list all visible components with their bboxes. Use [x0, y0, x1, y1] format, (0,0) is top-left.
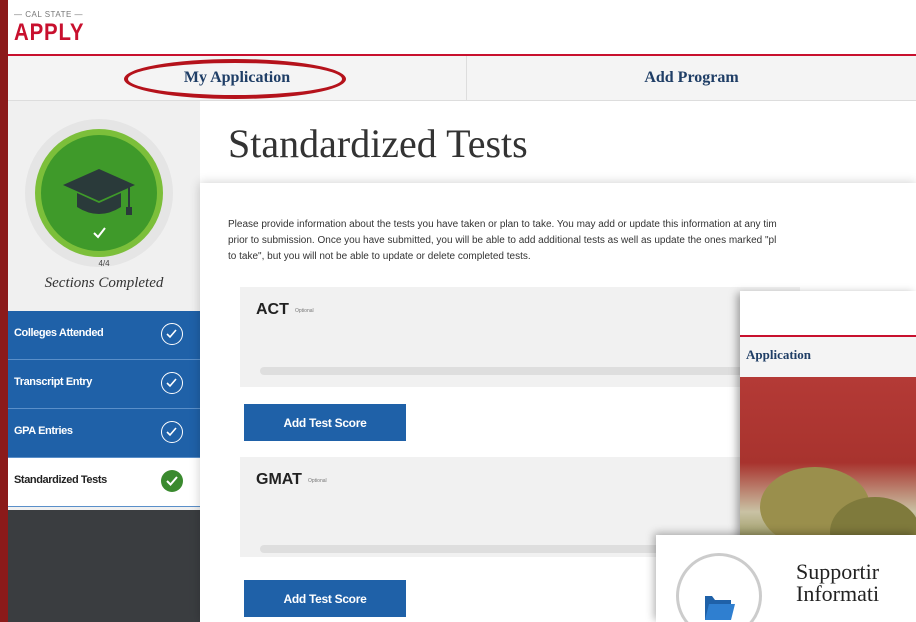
check-circle-icon — [161, 372, 183, 394]
sidebar-item-label: Standardized Tests — [14, 474, 107, 486]
check-circle-icon — [161, 323, 183, 345]
sidebar-item-label: Transcript Entry — [14, 376, 92, 388]
logo-tagline: — CAL STATE — — [14, 10, 84, 19]
progress-ring — [25, 119, 173, 267]
tab-add-program[interactable]: Add Program — [467, 56, 916, 100]
supporting-info-icon-ring — [676, 553, 762, 622]
supporting-information-card[interactable]: Supportir Informati — [656, 535, 916, 622]
cal-state-apply-logo[interactable]: APPLY — [14, 19, 84, 47]
page-description: Please provide information about the tes… — [228, 217, 916, 265]
app-header: — CAL STATE — APPLY — [8, 0, 916, 56]
annotation-circle — [124, 59, 346, 99]
test-name: GMAT — [256, 471, 302, 488]
supporting-information-title: Supportir Informati — [796, 561, 879, 605]
check-icon — [93, 227, 106, 239]
sidebar-item-transcript-entry[interactable]: Transcript Entry — [8, 360, 200, 409]
sidebar-item-colleges-attended[interactable]: Colleges Attended — [8, 311, 200, 360]
sidebar-item-standardized-tests[interactable]: Standardized Tests — [8, 458, 200, 507]
optional-label: Optional — [295, 308, 314, 314]
sections-count: 4/4 — [98, 259, 110, 268]
test-divider — [260, 367, 800, 375]
sidebar: 4/4 Sections Completed Colleges Attended… — [8, 101, 200, 622]
description-line: Please provide information about the tes… — [228, 219, 777, 230]
overlay-header — [740, 291, 916, 337]
title-line: Informati — [796, 581, 880, 606]
sidebar-footer — [8, 510, 200, 622]
sidebar-item-gpa-entries[interactable]: GPA Entries — [8, 409, 200, 458]
test-name: ACT — [256, 301, 289, 318]
add-test-score-button[interactable]: Add Test Score — [244, 404, 406, 441]
sections-completed-label: Sections Completed — [44, 275, 164, 291]
description-line: prior to submission. Once you have submi… — [228, 235, 777, 246]
check-circle-icon — [161, 421, 183, 443]
sidebar-item-label: Colleges Attended — [14, 327, 104, 339]
overlay-tab-bar: Application — [740, 337, 916, 377]
description-line: to take", but you will not be able to up… — [228, 251, 531, 262]
folder-icon — [705, 596, 735, 620]
title-line: Supportir — [796, 559, 880, 584]
add-test-score-button[interactable]: Add Test Score — [244, 580, 406, 617]
check-circle-icon — [161, 470, 183, 492]
sidebar-item-label: GPA Entries — [14, 425, 73, 437]
overlay-tab-application[interactable]: Application — [746, 347, 811, 363]
progress-ring-fill — [35, 129, 163, 257]
page-title: Standardized Tests — [228, 121, 528, 166]
app-frame: — CAL STATE — APPLY My Application Add P… — [8, 0, 916, 622]
optional-label: Optional — [308, 478, 327, 484]
test-card-act: ACT Optional — [240, 287, 800, 387]
